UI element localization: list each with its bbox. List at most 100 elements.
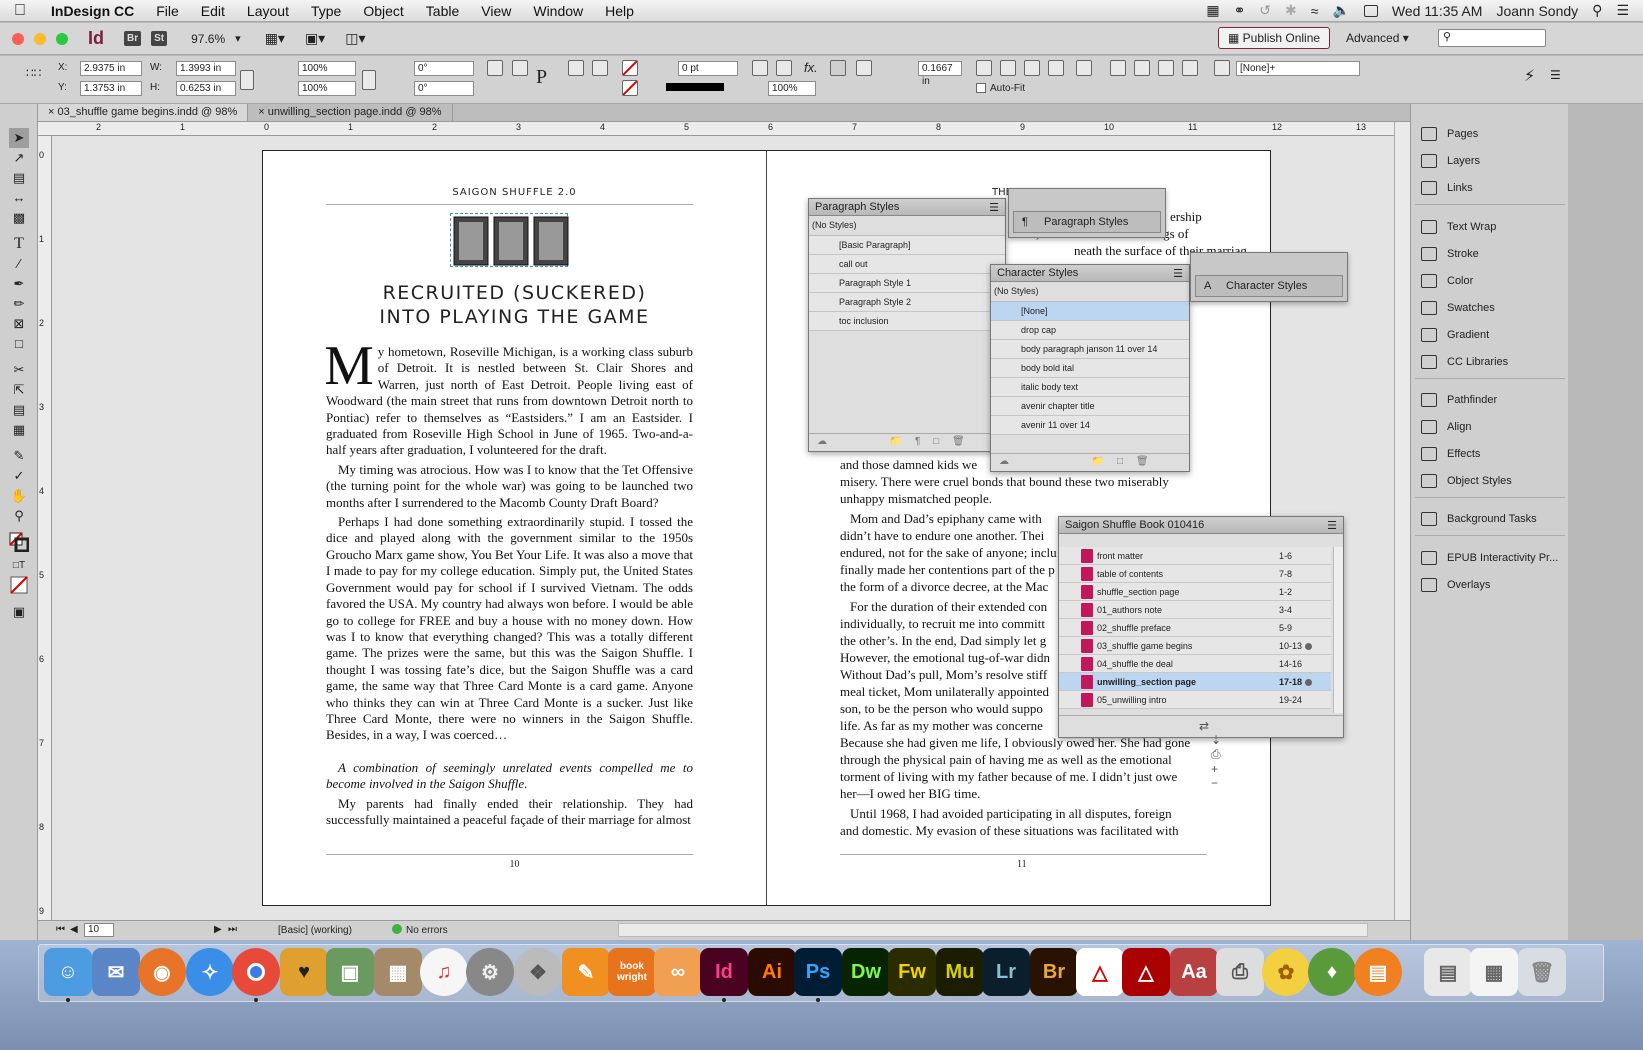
finder-icon[interactable]: ☺ — [44, 948, 92, 996]
new-group-icon[interactable]: 📁 — [890, 436, 902, 447]
menu-layout[interactable]: Layout — [236, 3, 300, 19]
creative-cloud-icon[interactable]: ⚭ — [1234, 2, 1246, 19]
workspace-switcher[interactable]: Advanced ▾ — [1346, 31, 1409, 45]
pages-app-icon[interactable]: ✎ — [562, 948, 610, 996]
dock-swatches[interactable]: Swatches — [1421, 297, 1495, 319]
dock-stroke[interactable]: Stroke — [1421, 243, 1479, 265]
clear-overrides-icon[interactable]: ¶ — [915, 436, 920, 447]
add-document-icon[interactable]: + — [1211, 762, 1218, 776]
align-left-edges-icon[interactable] — [1110, 60, 1126, 76]
save-book-icon[interactable]: ⇣ — [1211, 733, 1221, 747]
card-ornament-frame[interactable] — [450, 213, 569, 267]
thunderbird-icon[interactable]: ✉ — [92, 948, 140, 996]
indesign-dock-icon[interactable]: Id — [700, 948, 748, 996]
control-panel-menu-icon[interactable]: ☰ — [1550, 68, 1561, 82]
ibooks-icon[interactable]: ▤ — [1354, 948, 1402, 996]
list-item[interactable]: body bold ital — [991, 359, 1189, 378]
align-inside-stroke-icon[interactable] — [830, 60, 846, 76]
document-horizontal-scrollbar[interactable] — [618, 923, 1368, 937]
dock-overlays[interactable]: Overlays — [1421, 574, 1490, 596]
screen-mode-tool-icon[interactable]: ▣ — [9, 602, 29, 622]
page-10[interactable]: SAIGON SHUFFLE 2.0 RECRUITED (SUCKERED) … — [262, 150, 767, 906]
menu-type[interactable]: Type — [300, 3, 352, 19]
cc-libraries-icon[interactable]: ☁ — [999, 456, 1009, 467]
gap-tool-icon[interactable]: ↔ — [9, 188, 29, 208]
y-field[interactable]: 1.3753 in — [80, 81, 142, 96]
bridge-button[interactable]: Br — [124, 31, 142, 46]
align-right-edges-icon[interactable] — [1158, 60, 1174, 76]
dock-align[interactable]: Align — [1421, 416, 1471, 438]
view-options-icon[interactable]: ▦▾ — [265, 30, 285, 47]
wifi-icon[interactable]: ≈ — [1311, 3, 1319, 19]
gradient-swatch-tool-icon[interactable]: ▤ — [9, 400, 29, 420]
book-wright-icon[interactable]: book wright — [608, 948, 656, 996]
menu-app[interactable]: InDesign CC — [40, 3, 145, 19]
height-field[interactable]: 0.6253 in — [176, 81, 236, 96]
content-aware-fit-icon[interactable] — [1076, 60, 1092, 76]
flip-horizontal-icon[interactable] — [568, 60, 584, 76]
book-row[interactable]: shuffle_section page 1-2 — [1059, 583, 1331, 601]
fit-frame-icon[interactable] — [1000, 60, 1016, 76]
menu-view[interactable]: View — [470, 3, 522, 19]
dock-gradient[interactable]: Gradient — [1421, 324, 1489, 346]
page-nav-prev-icon[interactable]: ◀ — [70, 924, 78, 935]
autofit-checkbox[interactable] — [976, 83, 986, 93]
list-item[interactable]: avenir chapter title — [991, 397, 1189, 416]
transmit-icon[interactable]: ♥ — [280, 948, 328, 996]
dock-object-styles[interactable]: Object Styles — [1421, 470, 1512, 492]
panel-menu-icon[interactable]: ☰ — [1173, 267, 1183, 280]
rectangle-tool-icon[interactable]: □ — [9, 334, 29, 354]
offset-field[interactable]: 0.1667 in — [918, 61, 962, 87]
photoshop-icon[interactable]: Ps — [794, 948, 842, 996]
page-nav-first-icon[interactable]: ⏮ — [56, 924, 65, 935]
arrange-documents-icon[interactable]: ◫▾ — [345, 30, 365, 47]
panel-menu-icon[interactable]: ☰ — [1327, 519, 1337, 532]
notification-center-icon[interactable]: ☰ — [1616, 2, 1629, 19]
acrobat-dc-icon[interactable]: ∞ — [654, 948, 702, 996]
muse-icon[interactable]: Mu — [936, 948, 984, 996]
panel-menu-icon[interactable]: ☰ — [989, 201, 999, 214]
list-item[interactable]: toc inclusion — [809, 312, 1005, 331]
book-row[interactable]: 04_shuffle the deal 14-16 — [1059, 655, 1331, 673]
dock-links[interactable]: Links — [1421, 177, 1473, 199]
list-item[interactable]: drop cap — [991, 321, 1189, 340]
zoom-dropdown-icon[interactable]: ▾ — [235, 32, 241, 45]
reference-point-icon[interactable]: ∷∷ — [26, 66, 46, 94]
delete-icon[interactable]: 🗑 — [952, 436, 965, 447]
menu-table[interactable]: Table — [415, 3, 470, 19]
zoom-tool-icon[interactable]: ⚲ — [9, 506, 29, 526]
printer-icon[interactable]: ⎙ — [1216, 948, 1264, 996]
system-preferences-icon[interactable]: ⚙ — [466, 948, 514, 996]
vertical-ruler[interactable]: 0 1 2 3 4 5 6 7 8 9 — [38, 136, 52, 920]
zoom-level[interactable]: 97.6% — [191, 32, 225, 46]
character-styles-button[interactable]: A Character Styles — [1195, 275, 1343, 297]
body-text-frame[interactable]: M y hometown, Roseville Michigan, is a w… — [326, 344, 693, 844]
panel-title-bar[interactable]: Character Styles ☰ — [991, 265, 1189, 282]
scale-x-field[interactable]: 100% — [298, 61, 356, 76]
book-row[interactable]: 05_unwilling intro 19-24 — [1059, 691, 1331, 709]
apple-menu-icon[interactable]:  — [0, 2, 40, 20]
page-nav-next-icon[interactable]: ▶ — [214, 924, 222, 935]
eyedropper-tool-icon[interactable]: ✓ — [9, 466, 29, 486]
page-number-field[interactable]: 10 — [84, 923, 114, 937]
character-styles-collapsed[interactable]: A Character Styles — [1190, 252, 1348, 302]
help-search-input[interactable]: ⚲ — [1438, 29, 1546, 47]
menu-window[interactable]: Window — [522, 3, 594, 19]
rotate-cw-icon[interactable] — [487, 60, 503, 76]
cc-libraries-icon[interactable]: ☁ — [817, 436, 827, 447]
synchronize-icon[interactable]: ⇄ — [1199, 719, 1209, 733]
dock-layers[interactable]: Layers — [1421, 150, 1480, 172]
dock-pathfinder[interactable]: Pathfinder — [1421, 389, 1497, 411]
lightroom-icon[interactable]: Lr — [982, 948, 1030, 996]
tab-shuffle-game-begins[interactable]: × 03_shuffle game begins.indd @ 98% — [38, 104, 249, 121]
effects-icon[interactable] — [776, 60, 792, 76]
dock-effects[interactable]: Effects — [1421, 443, 1480, 465]
free-transform-tool-icon[interactable]: ⇱ — [9, 380, 29, 400]
paragraph-styles-button[interactable]: ¶ Paragraph Styles — [1013, 211, 1161, 233]
list-item[interactable]: Paragraph Style 2 — [809, 293, 1005, 312]
screen-mode-icon[interactable]: ▣▾ — [305, 30, 325, 47]
fireworks-icon[interactable]: Fw — [888, 948, 936, 996]
list-item-selected[interactable]: [None] — [991, 302, 1189, 321]
dock-text-wrap[interactable]: Text Wrap — [1421, 216, 1496, 238]
constrain-scale-icon[interactable] — [362, 70, 376, 90]
